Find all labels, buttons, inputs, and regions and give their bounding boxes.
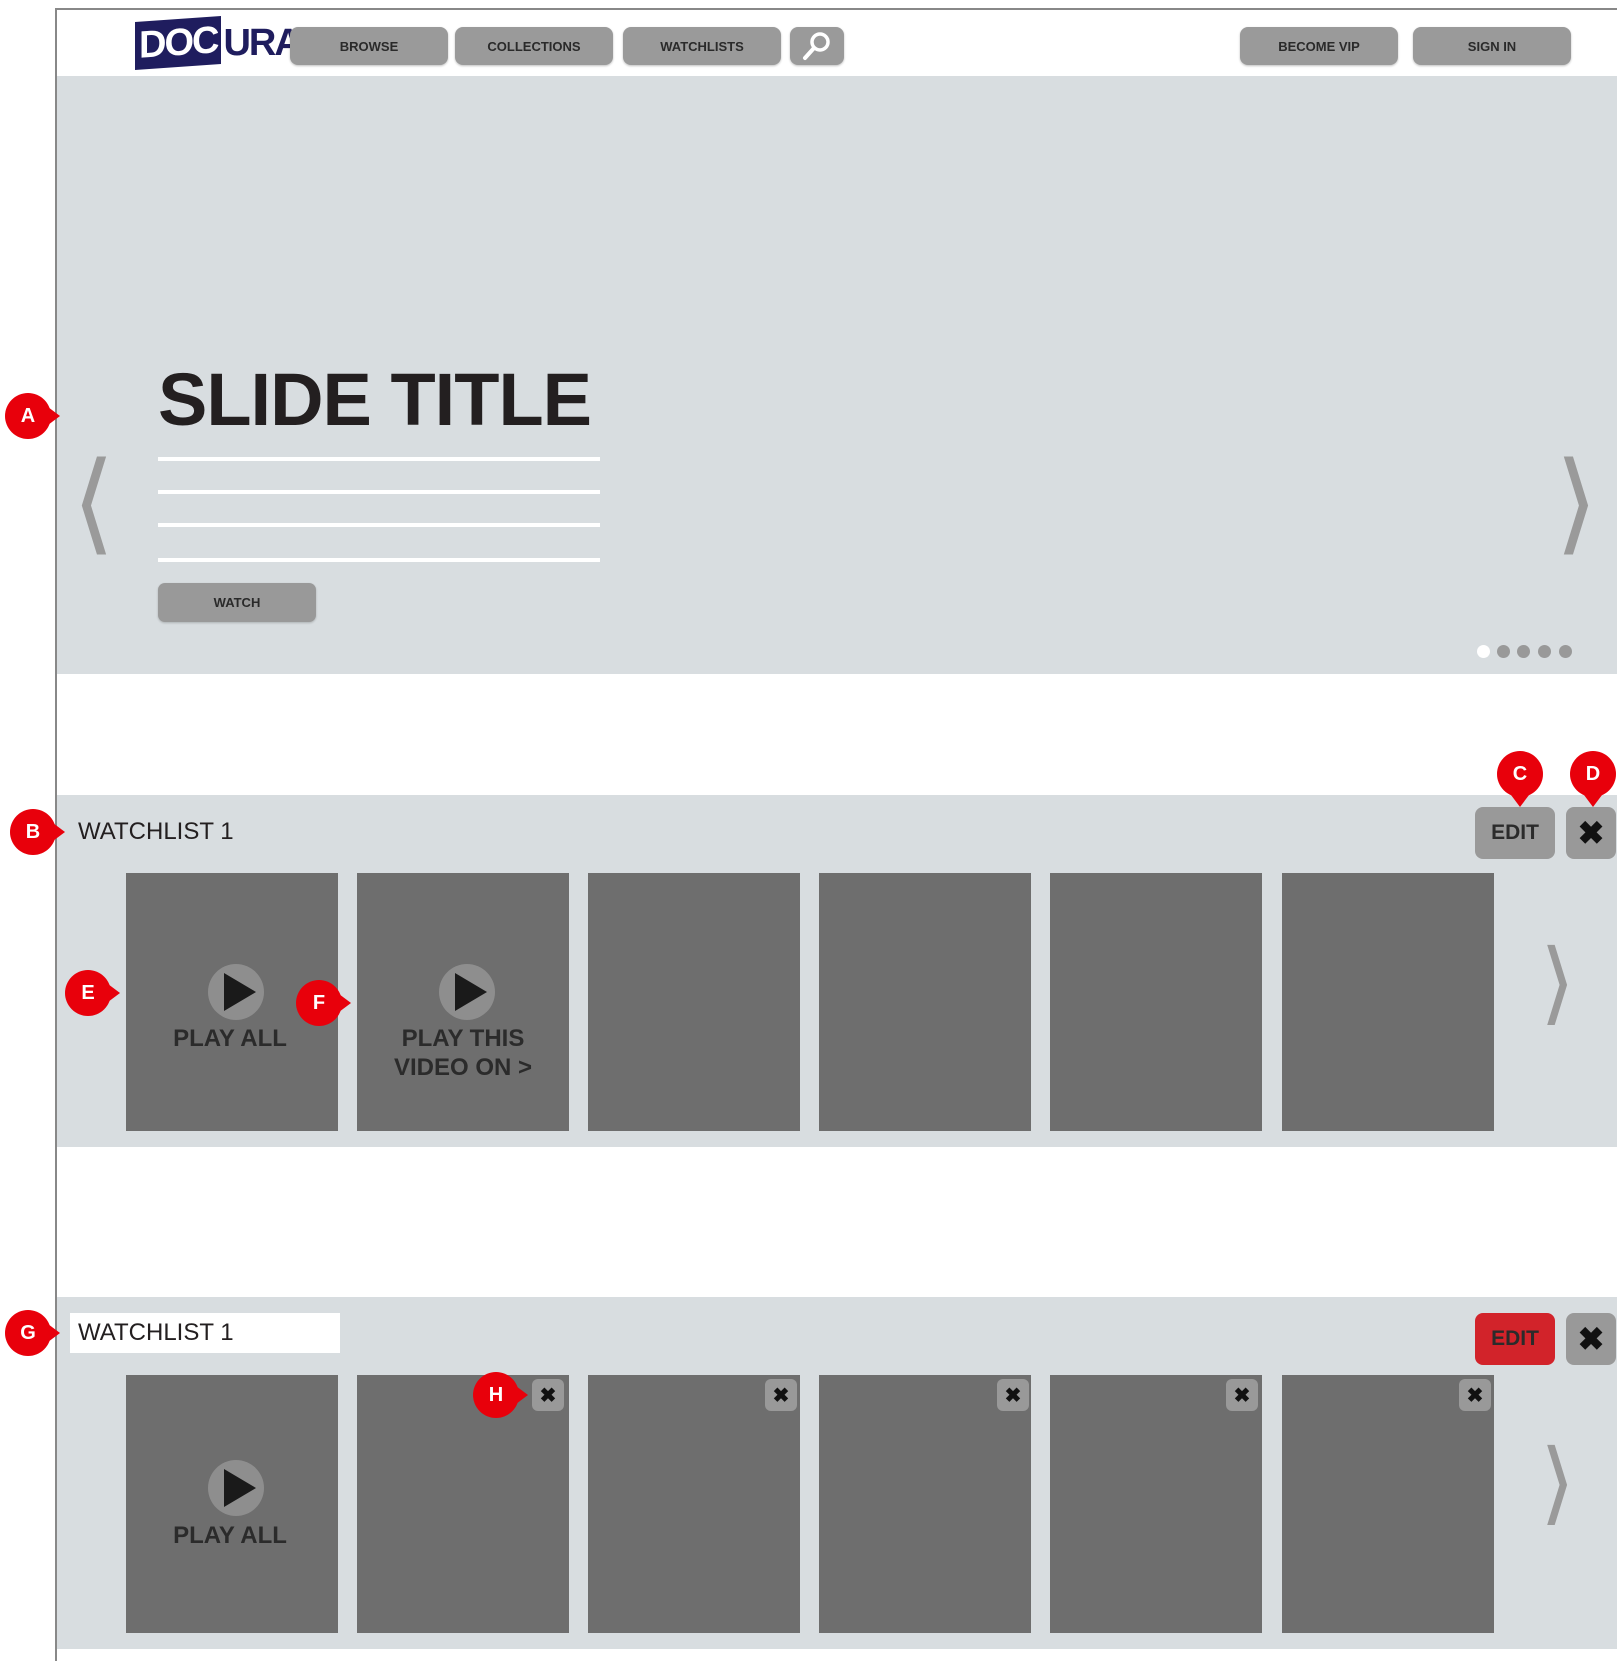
hero-prev-arrow[interactable]: ⟨ bbox=[72, 447, 115, 557]
play-all-label: PLAY ALL bbox=[173, 1522, 287, 1549]
remove-video-button[interactable]: ✖ bbox=[997, 1379, 1029, 1411]
slide-dot[interactable] bbox=[1559, 645, 1572, 658]
nav-browse-button[interactable]: BROWSE bbox=[290, 27, 448, 65]
logo-box-text: DOC bbox=[135, 15, 222, 71]
annotation-marker-f: F bbox=[296, 980, 351, 1026]
annotation-marker-a: A bbox=[5, 393, 60, 439]
nav-watchlists-button[interactable]: WATCHLISTS bbox=[623, 27, 781, 65]
sign-in-button[interactable]: SIGN IN bbox=[1413, 27, 1571, 65]
play-all-tile[interactable]: PLAY ALL bbox=[126, 1375, 338, 1633]
play-video-label-line2: VIDEO ON > bbox=[393, 1054, 533, 1081]
play-video-label-line1: PLAY THIS bbox=[401, 1025, 525, 1052]
annotation-marker-h: H bbox=[473, 1372, 528, 1418]
edit-watchlist-button[interactable]: EDIT bbox=[1475, 807, 1555, 859]
close-icon: ✖ bbox=[1004, 1384, 1022, 1407]
delete-watchlist-button[interactable]: ✖ bbox=[1566, 807, 1616, 859]
slide-dot[interactable] bbox=[1538, 645, 1551, 658]
remove-video-button[interactable]: ✖ bbox=[1226, 1379, 1258, 1411]
hero-next-arrow[interactable]: ⟩ bbox=[1555, 447, 1598, 557]
video-tile[interactable]: ✖ bbox=[819, 1375, 1031, 1633]
watchlist-next-arrow[interactable]: ⟩ bbox=[1540, 928, 1575, 1038]
annotation-marker-g: G bbox=[5, 1310, 60, 1356]
delete-watchlist-button[interactable]: ✖ bbox=[1566, 1313, 1616, 1365]
play-icon bbox=[208, 1460, 264, 1516]
video-tile[interactable]: ✖ bbox=[588, 1375, 800, 1633]
watch-button[interactable]: WATCH bbox=[158, 583, 316, 622]
video-tile[interactable]: ✖ bbox=[1282, 1375, 1494, 1633]
become-vip-button[interactable]: BECOME VIP bbox=[1240, 27, 1398, 65]
annotation-marker-e: E bbox=[65, 970, 120, 1016]
slide-text-line bbox=[158, 523, 600, 527]
video-tile[interactable]: PLAY THIS VIDEO ON > bbox=[357, 873, 569, 1131]
slide-dot-active[interactable] bbox=[1477, 645, 1490, 658]
slide-text-line bbox=[158, 490, 600, 494]
remove-video-button[interactable]: ✖ bbox=[1459, 1379, 1491, 1411]
close-icon: ✖ bbox=[1466, 1384, 1484, 1407]
video-tile[interactable] bbox=[1050, 873, 1262, 1131]
close-icon: ✖ bbox=[772, 1384, 790, 1407]
close-icon: ✖ bbox=[1577, 815, 1605, 851]
video-tile[interactable] bbox=[588, 873, 800, 1131]
remove-video-button[interactable]: ✖ bbox=[765, 1379, 797, 1411]
slide-text-line bbox=[158, 558, 600, 562]
slide-dot[interactable] bbox=[1517, 645, 1530, 658]
video-tile[interactable] bbox=[819, 873, 1031, 1131]
video-tile[interactable] bbox=[1282, 873, 1494, 1131]
search-button[interactable] bbox=[790, 27, 844, 65]
watchlist-title-input[interactable]: WATCHLIST 1 bbox=[70, 1313, 340, 1353]
watchlist-next-arrow[interactable]: ⟩ bbox=[1540, 1428, 1575, 1538]
video-tile[interactable]: ✖ bbox=[1050, 1375, 1262, 1633]
frame-border-top bbox=[56, 8, 1617, 10]
nav-collections-button[interactable]: COLLECTIONS bbox=[455, 27, 613, 65]
annotation-marker-b: B bbox=[10, 809, 65, 855]
close-icon: ✖ bbox=[1233, 1384, 1251, 1407]
play-all-label: PLAY ALL bbox=[173, 1025, 287, 1052]
edit-watchlist-button-active[interactable]: EDIT bbox=[1475, 1313, 1555, 1365]
slide-dot[interactable] bbox=[1497, 645, 1510, 658]
watchlist-title: WATCHLIST 1 bbox=[78, 818, 234, 845]
search-icon bbox=[803, 32, 830, 60]
slide-text-line bbox=[158, 457, 600, 461]
video-tile[interactable]: ✖ bbox=[357, 1375, 569, 1633]
remove-video-button[interactable]: ✖ bbox=[532, 1379, 564, 1411]
close-icon: ✖ bbox=[539, 1384, 557, 1407]
play-icon bbox=[439, 964, 495, 1020]
annotation-marker-c: C bbox=[1497, 751, 1543, 807]
annotation-marker-d: D bbox=[1570, 751, 1616, 807]
play-icon bbox=[208, 964, 264, 1020]
close-icon: ✖ bbox=[1577, 1321, 1605, 1357]
slide-title: SLIDE TITLE bbox=[158, 358, 592, 441]
